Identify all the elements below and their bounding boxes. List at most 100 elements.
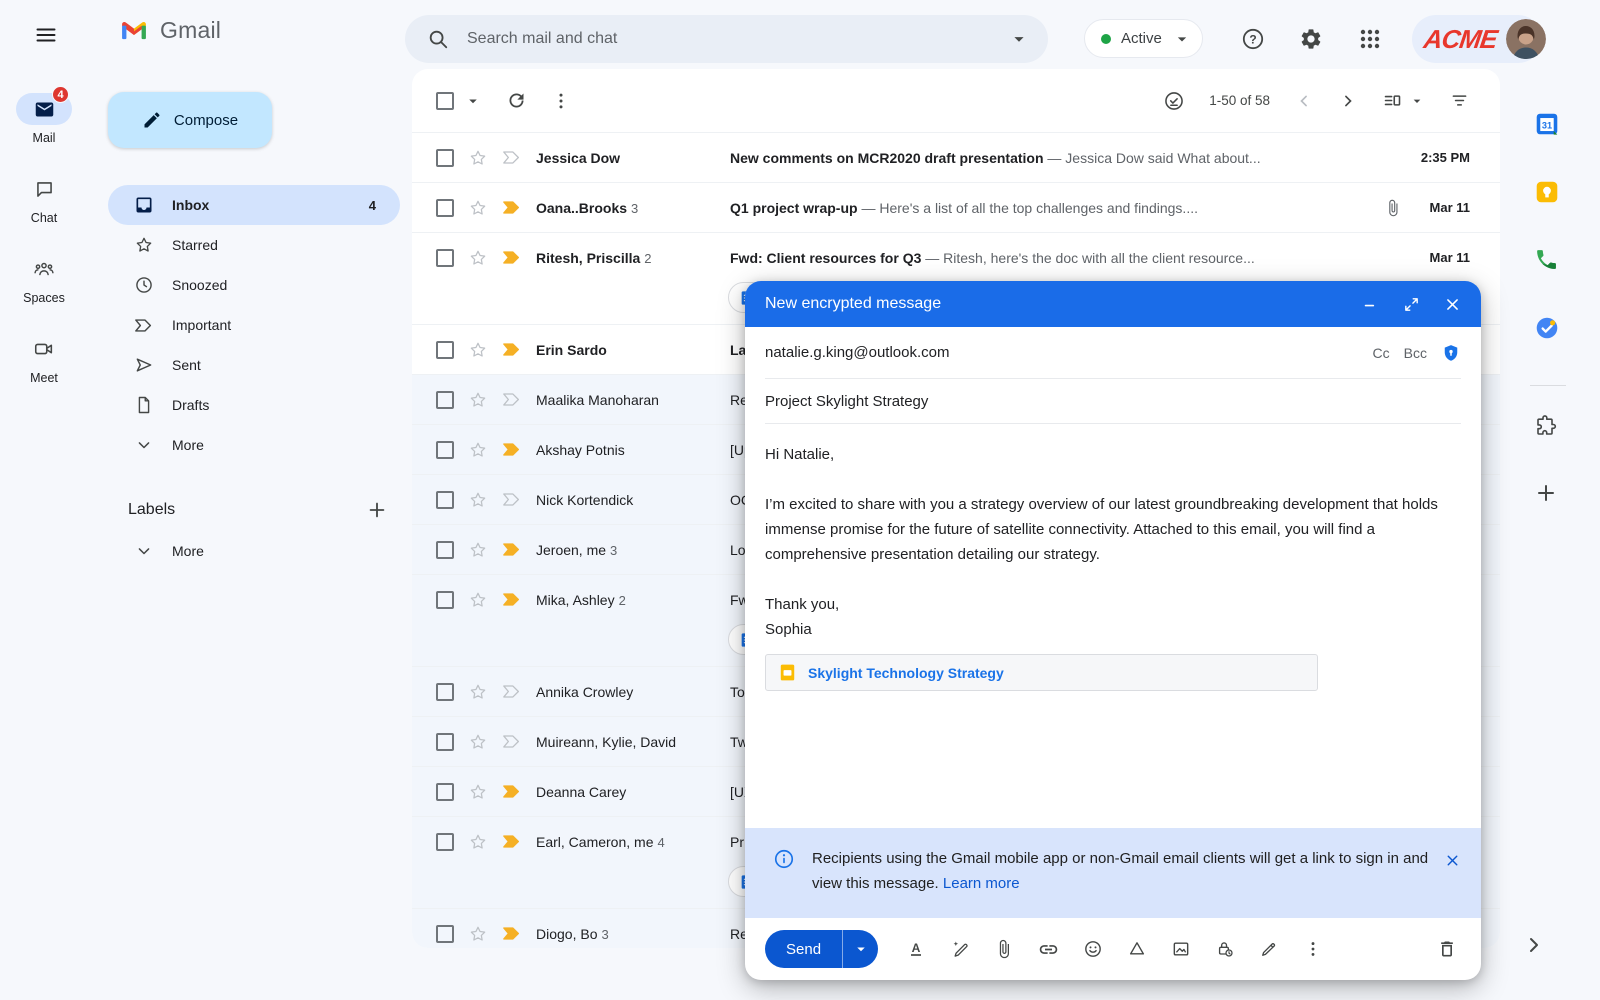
- avatar[interactable]: [1506, 19, 1546, 59]
- sidebar-item-inbox[interactable]: Inbox4: [108, 185, 400, 225]
- star-icon[interactable]: [468, 832, 488, 852]
- confidential-mode-icon[interactable]: [1215, 939, 1235, 959]
- row-checkbox[interactable]: [436, 925, 454, 943]
- filter-icon[interactable]: [1449, 90, 1470, 111]
- send-options-caret[interactable]: [842, 930, 878, 968]
- older-page-chevron-icon[interactable]: [1338, 91, 1358, 111]
- apps-grid-icon[interactable]: [1358, 27, 1382, 51]
- insert-link-icon[interactable]: [1038, 939, 1059, 960]
- rail-item-chat[interactable]: Chat: [16, 173, 72, 225]
- importance-marker-icon[interactable]: [502, 441, 522, 458]
- send-button[interactable]: Send: [765, 930, 878, 968]
- star-icon[interactable]: [468, 440, 488, 460]
- rail-item-meet[interactable]: Meet: [16, 333, 72, 385]
- attachment-chip[interactable]: Skylight Technology Strategy: [765, 654, 1318, 691]
- compose-button[interactable]: Compose: [108, 92, 272, 148]
- sidebar-item-snoozed[interactable]: Snoozed: [108, 265, 400, 305]
- open-in-full-button[interactable]: [1403, 296, 1420, 313]
- gmail-logo[interactable]: Gmail: [118, 17, 221, 44]
- minimize-button[interactable]: [1362, 296, 1379, 313]
- plus-icon[interactable]: [1534, 481, 1560, 507]
- tasks-icon[interactable]: [1534, 315, 1560, 341]
- rail-item-mail[interactable]: 4Mail: [16, 93, 72, 145]
- importance-marker-icon[interactable]: [502, 199, 522, 216]
- account-pill[interactable]: ACME: [1412, 15, 1542, 63]
- row-checkbox[interactable]: [436, 149, 454, 167]
- insert-from-drive-icon[interactable]: [1127, 939, 1147, 959]
- subject-value[interactable]: Project Skylight Strategy: [765, 393, 928, 410]
- sidebar-item-drafts[interactable]: Drafts: [108, 385, 400, 425]
- row-checkbox[interactable]: [436, 783, 454, 801]
- row-checkbox[interactable]: [436, 683, 454, 701]
- insert-emoji-icon[interactable]: [1083, 939, 1103, 959]
- importance-marker-icon[interactable]: [502, 683, 522, 700]
- importance-marker-icon[interactable]: [502, 591, 522, 608]
- row-checkbox[interactable]: [436, 541, 454, 559]
- add-ons-icon[interactable]: [1534, 413, 1560, 439]
- sidebar-item-important[interactable]: Important: [108, 305, 400, 345]
- importance-marker-icon[interactable]: [502, 341, 522, 358]
- reading-pane-toggle[interactable]: [1382, 90, 1425, 111]
- search-bar[interactable]: Search mail and chat: [405, 15, 1048, 63]
- row-checkbox[interactable]: [436, 391, 454, 409]
- mark-done-icon[interactable]: [1163, 90, 1185, 112]
- more-options-icon[interactable]: [551, 91, 571, 111]
- search-options-caret-icon[interactable]: [1008, 28, 1030, 50]
- recipients-field[interactable]: natalie.g.king@outlook.com Cc Bcc: [765, 327, 1461, 379]
- insert-signature-icon[interactable]: [1259, 939, 1279, 959]
- star-icon[interactable]: [468, 782, 488, 802]
- subject-field[interactable]: Project Skylight Strategy: [765, 379, 1461, 424]
- discard-draft-trash-icon[interactable]: [1437, 939, 1457, 959]
- voice-icon[interactable]: [1534, 247, 1560, 273]
- importance-marker-icon[interactable]: [502, 391, 522, 408]
- cc-button[interactable]: Cc: [1373, 345, 1390, 361]
- star-icon[interactable]: [468, 490, 488, 510]
- compose-header[interactable]: New encrypted message: [745, 281, 1481, 327]
- star-icon[interactable]: [468, 198, 488, 218]
- email-row[interactable]: Jessica DowNew comments on MCR2020 draft…: [412, 133, 1500, 183]
- banner-close-icon[interactable]: [1444, 852, 1461, 869]
- newer-page-chevron-icon[interactable]: [1294, 91, 1314, 111]
- row-checkbox[interactable]: [436, 491, 454, 509]
- star-icon[interactable]: [468, 540, 488, 560]
- sidebar-item-more[interactable]: More: [108, 425, 400, 465]
- importance-marker-icon[interactable]: [502, 149, 522, 166]
- star-icon[interactable]: [468, 340, 488, 360]
- star-icon[interactable]: [468, 924, 488, 944]
- importance-marker-icon[interactable]: [502, 491, 522, 508]
- select-caret-icon[interactable]: [464, 92, 482, 110]
- importance-marker-icon[interactable]: [502, 833, 522, 850]
- row-checkbox[interactable]: [436, 341, 454, 359]
- row-checkbox[interactable]: [436, 441, 454, 459]
- star-icon[interactable]: [468, 682, 488, 702]
- star-icon[interactable]: [468, 248, 488, 268]
- star-icon[interactable]: [468, 590, 488, 610]
- email-row[interactable]: Oana..Brooks3Q1 project wrap-up — Here's…: [412, 183, 1500, 233]
- star-icon[interactable]: [468, 390, 488, 410]
- row-checkbox[interactable]: [436, 591, 454, 609]
- create-label-plus-icon[interactable]: [366, 499, 388, 521]
- bcc-button[interactable]: Bcc: [1404, 345, 1427, 361]
- status-selector[interactable]: Active: [1084, 19, 1203, 58]
- attach-file-icon[interactable]: [994, 939, 1014, 959]
- importance-marker-icon[interactable]: [502, 925, 522, 942]
- importance-marker-icon[interactable]: [502, 733, 522, 750]
- help-icon[interactable]: ?: [1241, 27, 1265, 51]
- keep-icon[interactable]: [1534, 179, 1560, 205]
- star-icon[interactable]: [468, 148, 488, 168]
- close-compose-button[interactable]: [1444, 296, 1461, 313]
- sidebar-item-sent[interactable]: Sent: [108, 345, 400, 385]
- importance-marker-icon[interactable]: [502, 541, 522, 558]
- importance-marker-icon[interactable]: [502, 783, 522, 800]
- hide-side-panel-chevron-icon[interactable]: [1522, 933, 1546, 957]
- calendar-icon[interactable]: 31: [1534, 111, 1560, 137]
- refresh-icon[interactable]: [506, 90, 527, 111]
- row-checkbox[interactable]: [436, 733, 454, 751]
- select-all-checkbox[interactable]: [436, 92, 454, 110]
- hamburger-menu-button[interactable]: [26, 15, 66, 55]
- sidebar-item-labels-more[interactable]: More: [108, 531, 400, 571]
- star-icon[interactable]: [468, 732, 488, 752]
- help-me-write-icon[interactable]: [950, 939, 970, 959]
- message-body[interactable]: Hi Natalie, I’m excited to share with yo…: [745, 424, 1481, 642]
- learn-more-link[interactable]: Learn more: [943, 875, 1020, 892]
